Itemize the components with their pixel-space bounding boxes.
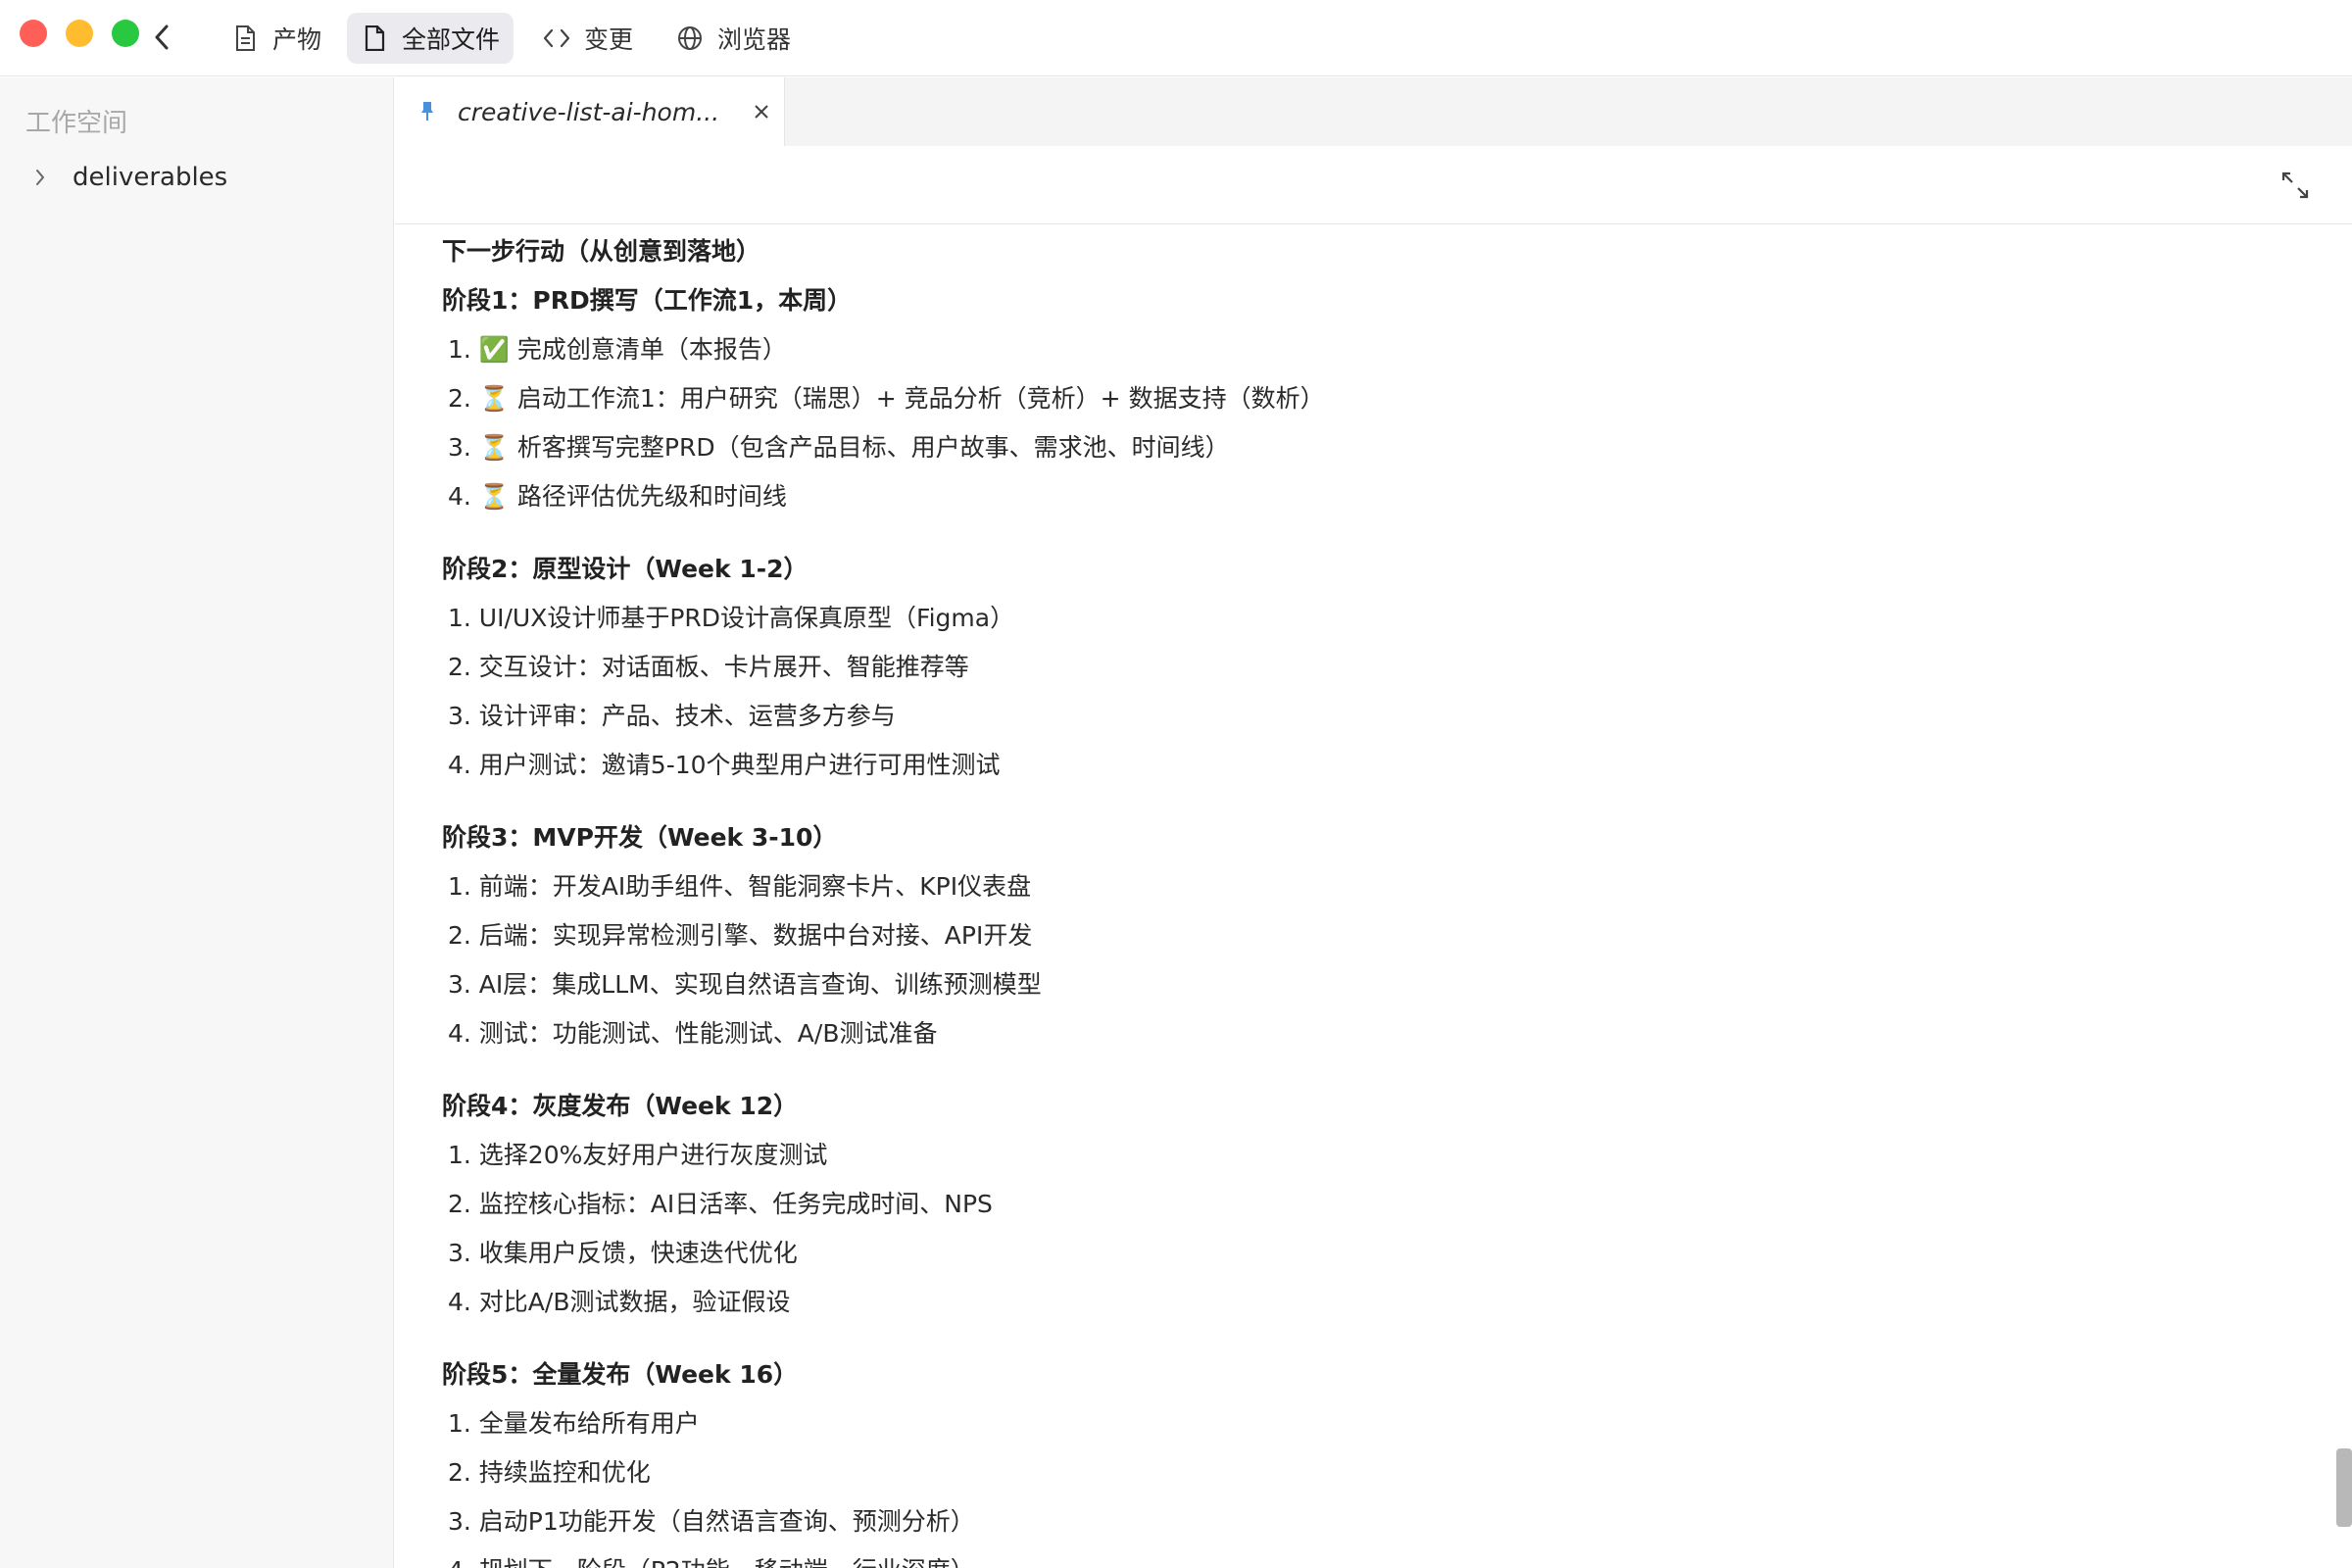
list-item: 1. ✅ 完成创意清单（本报告）: [448, 335, 787, 364]
scrollbar-thumb[interactable]: [2336, 1448, 2352, 1527]
code-icon: [543, 24, 570, 52]
file-icon: [361, 24, 388, 52]
list-item: 3. AI层：集成LLM、实现自然语言查询、训练预测模型: [448, 970, 1042, 999]
phase-title: 阶段5：全量发布（Week 16）: [442, 1360, 799, 1389]
list-item: 2. 交互设计：对话面板、卡片展开、智能推荐等: [448, 653, 969, 681]
list-item: 1. 前端：开发AI助手组件、智能洞察卡片、KPI仪表盘: [448, 872, 1032, 901]
phase-title: 阶段2：原型设计（Week 1-2）: [442, 555, 808, 583]
editor-tab-bar: creative-list-ai-hom...: [395, 77, 2352, 146]
list-item: 3. ⏳ 析客撰写完整PRD（包含产品目标、用户故事、需求池、时间线）: [448, 433, 1230, 462]
tab-browser[interactable]: 浏览器: [662, 13, 805, 64]
editor-tab-file[interactable]: creative-list-ai-hom...: [395, 77, 785, 146]
editor-toolbar: [395, 146, 2352, 224]
tab-browser-label: 浏览器: [717, 25, 792, 54]
list-item: 3. 收集用户反馈，快速迭代优化: [448, 1239, 798, 1267]
tab-changes-label: 变更: [584, 25, 634, 54]
tab-all-files[interactable]: 全部文件: [347, 13, 514, 64]
globe-icon: [676, 24, 704, 52]
expand-icon: [2281, 172, 2309, 199]
list-item: 2. 持续监控和优化: [448, 1458, 651, 1487]
tree-item-label: deliverables: [73, 163, 228, 192]
workspace-title: 工作空间: [25, 109, 128, 138]
doc-heading: 下一步行动（从创意到落地）: [442, 237, 761, 266]
list-item: 4. 对比A/B测试数据，验证假设: [448, 1288, 791, 1316]
pin-icon: [420, 100, 438, 123]
list-item: 4. 规划下一阶段（P2功能、移动端、行业深度）: [442, 1546, 2335, 1568]
close-window-button[interactable]: [20, 20, 47, 47]
list-item: 3. 设计评审：产品、技术、运营多方参与: [448, 702, 896, 730]
minimize-window-button[interactable]: [66, 20, 93, 47]
list-item: 2. ⏳ 启动工作流1：用户研究（瑞思）+ 竞品分析（竞析）+ 数据支持（数析）: [448, 384, 1325, 413]
sidebar: 工作空间 deliverables: [0, 77, 394, 1568]
phase-title: 阶段4：灰度发布（Week 12）: [442, 1092, 799, 1120]
list-item: 2. 监控核心指标：AI日活率、任务完成时间、NPS: [448, 1190, 993, 1218]
list-item: 2. 后端：实现异常检测引擎、数据中台对接、API开发: [448, 921, 1033, 950]
tab-changes[interactable]: 变更: [529, 13, 647, 64]
list-item: 3. 启动P1功能开发（自然语言查询、预测分析）: [448, 1507, 975, 1536]
tab-artifacts-label: 产物: [272, 25, 322, 54]
editor-tab-label: creative-list-ai-hom...: [458, 97, 720, 126]
back-button[interactable]: [147, 20, 176, 55]
list-item: 1. 选择20%友好用户进行灰度测试: [448, 1141, 828, 1169]
list-item: 4. 测试：功能测试、性能测试、A/B测试准备: [448, 1019, 938, 1048]
list-item: 1. UI/UX设计师基于PRD设计高保真原型（Figma）: [448, 604, 1015, 632]
phase-title: 阶段1：PRD撰写（工作流1，本周）: [442, 286, 853, 315]
list-item: 1. 全量发布给所有用户: [448, 1409, 700, 1438]
document-content: 下一步行动（从创意到落地） 阶段1：PRD撰写（工作流1，本周） 1. ✅ 完成…: [395, 225, 2335, 1568]
phase-title: 阶段3：MVP开发（Week 3-10）: [442, 823, 838, 852]
list-item: 4. ⏳ 路径评估优先级和时间线: [448, 482, 787, 511]
expand-button[interactable]: [2278, 168, 2313, 203]
document-icon: [231, 24, 259, 52]
title-bar: 产物 全部文件 变更 浏览器: [0, 0, 2352, 76]
zoom-window-button[interactable]: [112, 20, 139, 47]
close-icon[interactable]: [750, 100, 773, 123]
chevron-left-icon: [155, 24, 169, 50]
tab-all-files-label: 全部文件: [402, 25, 501, 54]
tab-artifacts[interactable]: 产物: [218, 13, 335, 64]
chevron-right-icon[interactable]: [25, 163, 55, 192]
tree-item-deliverables[interactable]: deliverables: [25, 158, 227, 197]
list-item: 4. 用户测试：邀请5-10个典型用户进行可用性测试: [448, 751, 1001, 779]
